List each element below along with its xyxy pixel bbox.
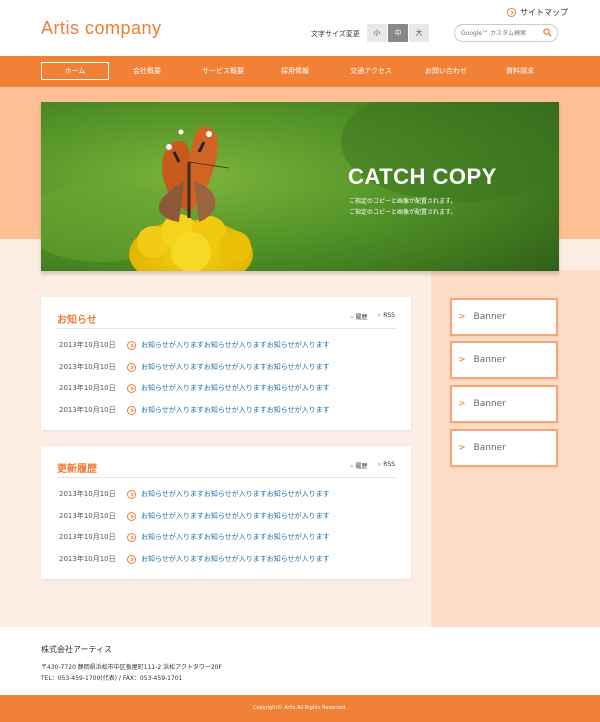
- banner-label: Banner: [473, 399, 506, 409]
- news-item: 2013年10月10日 お知らせが入りますお知らせが入りますお知らせが入ります: [59, 381, 330, 395]
- copyright-bar: Copyright© Artis All Rights Reserved.: [0, 695, 600, 722]
- banner-4[interactable]: > Banner: [450, 429, 558, 467]
- updates-history-label: 履歴: [355, 463, 368, 470]
- sitemap-link[interactable]: サイトマップ: [507, 7, 568, 18]
- nav-item-services[interactable]: サービス概要: [190, 62, 256, 80]
- arrow-circle-icon: [127, 405, 136, 415]
- update-item: 2013年10月10日 お知らせが入りますお知らせが入りますお知らせが入ります: [59, 509, 330, 523]
- global-nav: ホーム 会社概要 サービス概要 採用情報 交通アクセス お問い合わせ 資料請求: [0, 56, 600, 87]
- update-link[interactable]: お知らせが入りますお知らせが入りますお知らせが入ります: [141, 554, 330, 564]
- updates-panel: 更新履歴 » 履歴 » RSS 2013年10月10日 お知らせが入りますお知らせが…: [41, 446, 411, 579]
- chevron-right-icon: »: [349, 314, 354, 321]
- arrow-circle-icon: [127, 554, 136, 564]
- chevron-right-icon: >: [458, 312, 466, 322]
- arrow-circle-icon: [127, 362, 136, 372]
- update-date: 2013年10月10日: [59, 490, 116, 498]
- font-size-medium-button[interactable]: 中: [388, 24, 409, 42]
- font-size-label: 文字サイズ変更: [311, 30, 360, 38]
- arrow-circle-icon: [127, 532, 136, 542]
- news-rss-label: RSS: [383, 312, 395, 319]
- site-footer: 株式会社アーティス 〒430-7720 静岡県浜松市中区板屋町111-2 浜松ア…: [0, 627, 600, 695]
- hero-image: CATCH COPY ご指定のコピーと画像が配置されます。 ご指定のコピーと画像…: [41, 102, 559, 271]
- chevron-right-icon: »: [377, 312, 382, 319]
- chevron-right-icon: >: [458, 355, 466, 365]
- news-item: 2013年10月10日 お知らせが入りますお知らせが入りますお知らせが入ります: [59, 403, 330, 417]
- nav-item-recruit[interactable]: 採用情報: [268, 62, 322, 80]
- updates-rss-label: RSS: [383, 461, 395, 468]
- nav-item-home[interactable]: ホーム: [41, 62, 109, 80]
- updates-title: 更新履歴: [57, 464, 97, 475]
- arrow-circle-icon: [127, 489, 136, 499]
- news-item: 2013年10月10日 お知らせが入りますお知らせが入りますお知らせが入ります: [59, 338, 330, 352]
- chevron-right-icon: >: [458, 443, 466, 453]
- catch-copy-line-1: ご指定のコピーと画像が配置されます。: [349, 198, 457, 205]
- banner-2[interactable]: > Banner: [450, 341, 558, 379]
- catch-copy-line-2: ご指定のコピーと画像が配置されます。: [349, 209, 457, 216]
- site-logo[interactable]: Artis company: [41, 18, 162, 39]
- update-date: 2013年10月10日: [59, 555, 116, 563]
- font-size-large-button[interactable]: 大: [409, 24, 430, 42]
- news-panel: お知らせ » 履歴 » RSS 2013年10月10日 お知らせが入りますお知らせが…: [41, 297, 411, 430]
- update-link[interactable]: お知らせが入りますお知らせが入りますお知らせが入ります: [141, 511, 330, 521]
- update-item: 2013年10月10日 お知らせが入りますお知らせが入りますお知らせが入ります: [59, 530, 330, 544]
- catch-copy-title: CATCH COPY: [348, 164, 497, 189]
- news-history-label: 履歴: [355, 314, 368, 321]
- banner-3[interactable]: > Banner: [450, 385, 558, 423]
- banner-label: Banner: [473, 443, 506, 453]
- news-links: » 履歴 » RSS: [350, 312, 395, 321]
- site-header: Artis company サイトマップ 文字サイズ変更 小 中 大: [0, 0, 600, 56]
- footer-company-name: 株式会社アーティス: [41, 645, 113, 654]
- update-link[interactable]: お知らせが入りますお知らせが入りますお知らせが入ります: [141, 489, 330, 499]
- news-date: 2013年10月10日: [59, 384, 116, 392]
- news-date: 2013年10月10日: [59, 406, 116, 414]
- chevron-right-icon: »: [349, 463, 354, 470]
- chevron-right-icon: »: [377, 461, 382, 468]
- footer-contact: TEL：053-459-1700(代表) / FAX：053-459-1701: [41, 675, 183, 682]
- arrow-circle-icon: [127, 340, 136, 350]
- news-link[interactable]: お知らせが入りますお知らせが入りますお知らせが入ります: [141, 340, 330, 350]
- divider: [57, 328, 396, 329]
- updates-rss-link[interactable]: » RSS: [378, 461, 395, 470]
- font-size-switcher: 小 中 大: [367, 24, 430, 42]
- news-date: 2013年10月10日: [59, 363, 116, 371]
- font-size-small-button[interactable]: 小: [367, 24, 388, 42]
- banner-label: Banner: [473, 312, 506, 322]
- banner-1[interactable]: > Banner: [450, 298, 558, 336]
- news-item: 2013年10月10日 お知らせが入りますお知らせが入りますお知らせが入ります: [59, 360, 330, 374]
- sitemap-label: サイトマップ: [520, 8, 568, 17]
- nav-item-company[interactable]: 会社概要: [118, 62, 176, 80]
- update-date: 2013年10月10日: [59, 533, 116, 541]
- copyright-text: Copyright© Artis All Rights Reserved.: [252, 705, 348, 711]
- nav-item-contact[interactable]: お問い合わせ: [413, 62, 479, 80]
- news-link[interactable]: お知らせが入りますお知らせが入りますお知らせが入ります: [141, 362, 330, 372]
- banner-label: Banner: [473, 355, 506, 365]
- chevron-right-icon: >: [458, 399, 466, 409]
- search-box: [454, 24, 558, 42]
- arrow-circle-icon: [127, 511, 136, 521]
- update-item: 2013年10月10日 お知らせが入りますお知らせが入りますお知らせが入ります: [59, 487, 330, 501]
- search-input[interactable]: [461, 29, 539, 37]
- update-item: 2013年10月10日 お知らせが入りますお知らせが入りますお知らせが入ります: [59, 552, 330, 566]
- divider: [57, 477, 396, 478]
- updates-history-link[interactable]: » 履歴: [350, 461, 368, 470]
- news-rss-link[interactable]: » RSS: [378, 312, 395, 321]
- nav-item-access[interactable]: 交通アクセス: [338, 62, 404, 80]
- news-link[interactable]: お知らせが入りますお知らせが入りますお知らせが入ります: [141, 405, 330, 415]
- nav-item-documents[interactable]: 資料請求: [494, 62, 546, 80]
- news-link[interactable]: お知らせが入りますお知らせが入りますお知らせが入ります: [141, 383, 330, 393]
- search-icon[interactable]: [543, 28, 552, 37]
- update-date: 2013年10月10日: [59, 512, 116, 520]
- footer-address: 〒430-7720 静岡県浜松市中区板屋町111-2 浜松アクトタワー20F: [41, 664, 222, 671]
- updates-links: » 履歴 » RSS: [350, 461, 395, 470]
- news-title: お知らせ: [57, 315, 97, 326]
- update-link[interactable]: お知らせが入りますお知らせが入りますお知らせが入ります: [141, 532, 330, 542]
- news-history-link[interactable]: » 履歴: [350, 312, 368, 321]
- news-date: 2013年10月10日: [59, 341, 116, 349]
- arrow-circle-icon: [507, 8, 516, 17]
- arrow-circle-icon: [127, 383, 136, 393]
